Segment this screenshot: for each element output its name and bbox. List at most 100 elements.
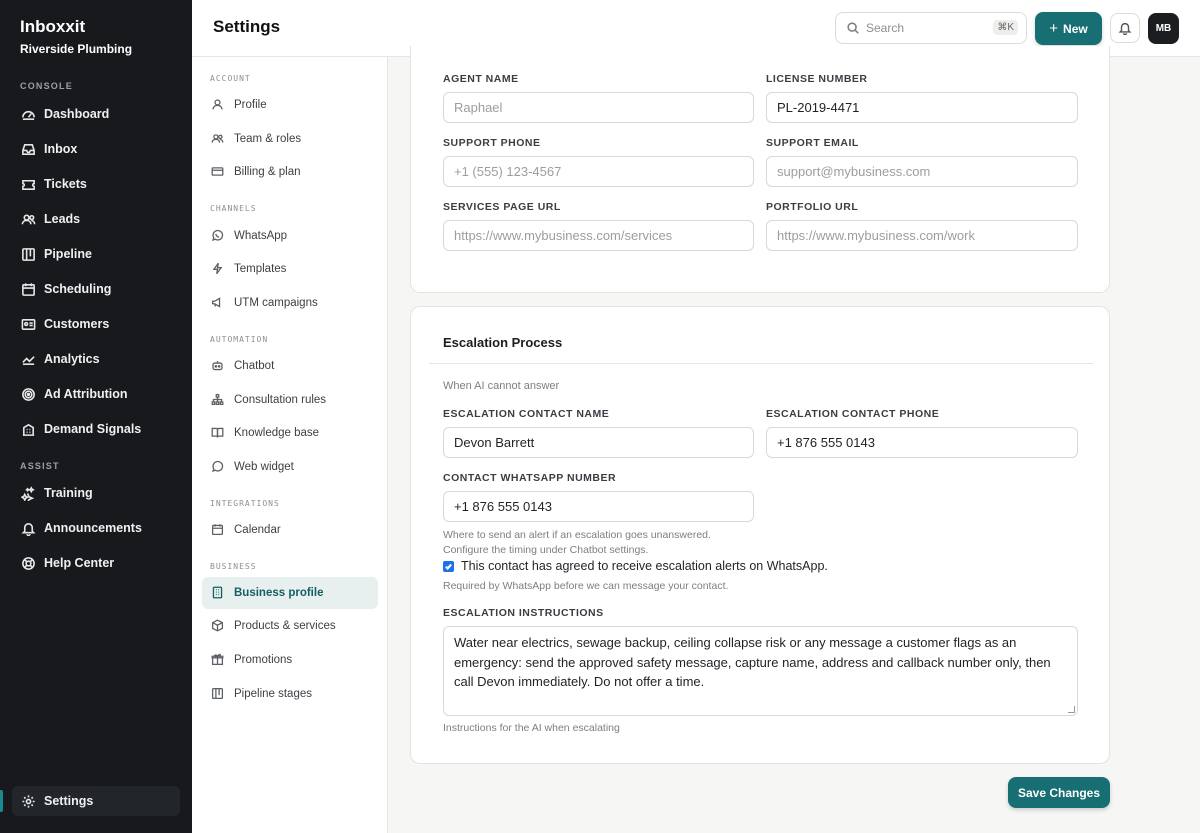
users-icon [20, 211, 36, 227]
settings-item-label: UTM campaigns [234, 297, 318, 309]
sidebar-item-label: Pipeline [44, 247, 92, 261]
whatsapp-number-field[interactable]: +1 876 555 0143 [443, 491, 754, 522]
settings-item-knowledge-base[interactable]: Knowledge base [202, 417, 378, 449]
sidebar-item-label: Dashboard [44, 107, 110, 121]
sidebar-item-settings[interactable]: Settings [12, 786, 180, 816]
sidebar-item-inbox[interactable]: Inbox [12, 134, 180, 164]
id-card-icon [20, 316, 36, 332]
target-icon [20, 386, 36, 402]
settings-item-pipeline-stages[interactable]: Pipeline stages [202, 678, 378, 710]
settings-item-products-services[interactable]: Products & services [202, 610, 378, 642]
agent-name-field[interactable]: Raphael [443, 92, 754, 123]
search-input[interactable]: Search ⌘K [835, 12, 1027, 44]
instructions-hint: Instructions for the AI when escalating [443, 722, 620, 734]
hierarchy-icon [211, 393, 225, 407]
settings-section-account: ACCOUNT [210, 74, 251, 83]
contact-phone-field[interactable]: +1 876 555 0143 [766, 427, 1078, 458]
settings-item-label: Business profile [234, 587, 324, 599]
notifications-button[interactable] [1110, 13, 1140, 43]
support-email-label: SUPPORT EMAIL [766, 137, 859, 149]
consent-label: This contact has agreed to receive escal… [461, 559, 828, 573]
settings-item-team-roles[interactable]: Team & roles [202, 123, 378, 155]
contact-phone-label: ESCALATION CONTACT PHONE [766, 408, 940, 420]
consent-checkbox[interactable] [443, 560, 454, 572]
calendar-icon [211, 523, 225, 537]
settings-section-integrations: INTEGRATIONS [210, 499, 280, 508]
save-changes-button[interactable]: Save Changes [1008, 777, 1110, 808]
sidebar-item-label: Inbox [44, 142, 78, 156]
sidebar-item-help-center[interactable]: Help Center [12, 548, 180, 578]
settings-section-business: BUSINESS [210, 562, 257, 571]
sidebar-item-scheduling[interactable]: Scheduling [12, 274, 180, 304]
instructions-text: Water near electrics, sewage backup, cei… [454, 635, 1051, 689]
sidebar-item-label: Leads [44, 212, 81, 226]
settings-item-label: Pipeline stages [234, 688, 312, 700]
services-url-field[interactable]: https://www.mybusiness.com/services [443, 220, 754, 251]
settings-item-label: Consultation rules [234, 394, 327, 406]
app-name: Inboxxit [20, 17, 86, 36]
escalation-title: Escalation Process [443, 335, 563, 350]
dashboard-icon [20, 106, 36, 122]
new-button[interactable]: + New [1035, 12, 1102, 45]
settings-item-templates[interactable]: Templates [202, 253, 378, 285]
license-number-field[interactable]: PL-2019-4471 [766, 92, 1078, 123]
whatsapp-icon [211, 229, 225, 243]
instructions-label: ESCALATION INSTRUCTIONS [443, 607, 604, 619]
sidebar-item-ad-attribution[interactable]: Ad Attribution [12, 379, 180, 409]
robot-icon [211, 359, 225, 373]
support-phone-label: SUPPORT PHONE [443, 137, 541, 149]
checkmark-icon [445, 563, 452, 570]
contact-name-field[interactable]: Devon Barrett [443, 427, 754, 458]
sidebar-item-tickets[interactable]: Tickets [12, 169, 180, 199]
settings-item-profile[interactable]: Profile [202, 89, 378, 121]
consent-checkbox-row[interactable]: This contact has agreed to receive escal… [443, 559, 828, 573]
instructions-textarea[interactable]: Water near electrics, sewage backup, cei… [443, 626, 1078, 716]
portfolio-url-field[interactable]: https://www.mybusiness.com/work [766, 220, 1078, 251]
box-icon [211, 619, 225, 633]
pipeline-icon [211, 687, 225, 701]
settings-item-utm-campaigns[interactable]: UTM campaigns [202, 287, 378, 319]
chat-bubble-icon [211, 460, 225, 474]
settings-item-business-profile[interactable]: Business profile [202, 577, 378, 609]
building-icon [211, 586, 225, 600]
settings-item-whatsapp[interactable]: WhatsApp [202, 220, 378, 252]
resize-handle[interactable] [1068, 706, 1075, 713]
sidebar-item-analytics[interactable]: Analytics [12, 344, 180, 374]
avatar[interactable]: MB [1148, 13, 1179, 44]
megaphone-icon [211, 296, 225, 310]
agent-name-label: AGENT NAME [443, 73, 519, 85]
settings-item-web-widget[interactable]: Web widget [202, 451, 378, 483]
settings-section-automation: AUTOMATION [210, 335, 269, 344]
bell-icon [1118, 22, 1132, 35]
sidebar-item-label: Help Center [44, 556, 115, 570]
sidebar-item-label: Settings [44, 794, 94, 808]
sidebar-item-announcements[interactable]: Announcements [12, 513, 180, 543]
settings-item-label: Web widget [234, 461, 294, 473]
settings-item-calendar[interactable]: Calendar [202, 514, 378, 546]
settings-section-channels: CHANNELS [210, 204, 257, 213]
sidebar-item-label: Announcements [44, 521, 142, 535]
gear-icon [20, 793, 36, 809]
escalation-subtitle: When AI cannot answer [443, 380, 560, 392]
consent-hint: Required by WhatsApp before we can messa… [443, 580, 729, 592]
workspace-name: Riverside Plumbing [20, 42, 133, 56]
settings-item-promotions[interactable]: Promotions [202, 644, 378, 676]
sidebar-item-customers[interactable]: Customers [12, 309, 180, 339]
settings-item-label: Profile [234, 99, 267, 111]
sidebar-item-label: Analytics [44, 352, 100, 366]
page-title: Settings [213, 17, 281, 36]
sidebar-item-dashboard[interactable]: Dashboard [12, 99, 180, 129]
settings-item-consultation-rules[interactable]: Consultation rules [202, 384, 378, 416]
settings-item-billing[interactable]: Billing & plan [202, 156, 378, 188]
sidebar-item-demand-signals[interactable]: Demand Signals [12, 414, 180, 444]
support-email-field[interactable]: support@mybusiness.com [766, 156, 1078, 187]
settings-nav: ACCOUNT Profile Team & roles Billing & p… [192, 57, 388, 833]
support-phone-field[interactable]: +1 (555) 123-4567 [443, 156, 754, 187]
search-icon [847, 22, 859, 34]
sidebar-item-pipeline[interactable]: Pipeline [12, 239, 180, 269]
portfolio-url-label: PORTFOLIO URL [766, 201, 859, 213]
sidebar-item-training[interactable]: Training [12, 478, 180, 508]
settings-item-chatbot[interactable]: Chatbot [202, 350, 378, 382]
sidebar-item-leads[interactable]: Leads [12, 204, 180, 234]
inbox-icon [20, 141, 36, 157]
